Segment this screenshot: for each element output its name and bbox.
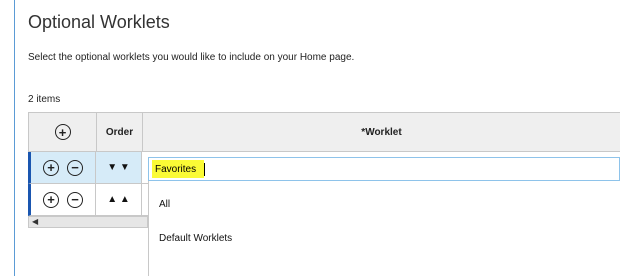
header-add-cell: + [28,112,96,152]
remove-icon[interactable]: − [67,159,83,176]
add-icon[interactable]: + [43,191,59,208]
remove-icon[interactable]: − [67,191,83,208]
header-worklet: *Worklet [142,112,620,152]
move-down-icon[interactable]: ▼ ▼ [107,162,130,173]
header-order: Order [96,112,142,152]
worklet-dropdown: All Default Worklets [148,181,620,276]
row-actions: + − [28,152,96,184]
worklet-prompt[interactable] [148,157,620,181]
order-controls: ▲ ▲ [96,184,142,216]
dropdown-option-default-worklets[interactable]: Default Worklets [159,233,232,244]
worklet-search-input[interactable] [152,160,204,178]
row-actions: + − [28,184,96,216]
scroll-left-icon[interactable]: ◀ [32,217,38,227]
text-cursor [204,163,205,176]
page-subtitle: Select the optional worklets you would l… [28,52,355,63]
dropdown-option-all[interactable]: All [159,199,170,210]
page-title: Optional Worklets [28,12,170,32]
horizontal-scrollbar[interactable]: ◀ [28,216,148,228]
order-controls: ▼ ▼ [96,152,142,184]
add-row-icon[interactable]: + [54,124,71,140]
add-icon[interactable]: + [43,159,59,176]
move-up-icon[interactable]: ▲ ▲ [107,194,130,205]
item-count: 2 items [28,94,61,105]
worklets-grid: + Order *Worklet + − ▼ ▼ + − ▲ ▲ ◀ All D… [28,112,620,276]
